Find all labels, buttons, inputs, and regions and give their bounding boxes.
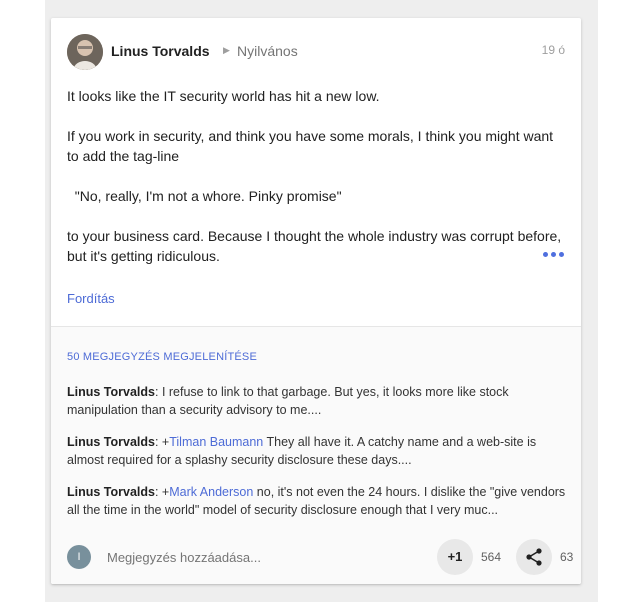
arrow-right-icon: ▶ (223, 45, 230, 55)
visibility-label[interactable]: Nyilvános (237, 43, 298, 59)
post-paragraph: to your business card. Because I thought… (67, 228, 562, 264)
comment-item[interactable]: Linus Torvalds: I refuse to link to that… (67, 383, 567, 419)
post-paragraph: If you work in security, and think you h… (67, 128, 554, 164)
show-comments-link[interactable]: 50 MEGJEGYZÉS MEGJELENÍTÉSE (67, 351, 257, 363)
comment-mention[interactable]: Mark Anderson (169, 485, 253, 499)
comment-separator: : (154, 385, 162, 399)
post-paragraph: "No, really, I'm not a whore. Pinky prom… (67, 188, 342, 204)
share-icon (526, 548, 542, 566)
post-footer: I +1 564 63 (67, 539, 573, 575)
comment-item[interactable]: Linus Torvalds: +Mark Anderson no, it's … (67, 483, 567, 519)
post-paragraph: It looks like the IT security world has … (67, 88, 380, 104)
translate-link[interactable]: Fordítás (67, 291, 115, 306)
author-avatar[interactable] (67, 34, 103, 70)
comment-separator: : + (154, 485, 170, 499)
share-count: 63 (560, 550, 574, 564)
comment-author[interactable]: Linus Torvalds (67, 385, 155, 399)
post-card: Linus Torvalds ▶ Nyilvános 19 ó It looks… (51, 18, 581, 584)
share-button[interactable] (516, 539, 552, 575)
post-body: It looks like the IT security world has … (67, 86, 565, 286)
comment-separator: : + (154, 435, 170, 449)
plus-one-button[interactable]: +1 (437, 539, 473, 575)
more-horizontal-icon[interactable] (543, 252, 564, 257)
post-time[interactable]: 19 ó (542, 43, 565, 57)
user-avatar[interactable]: I (67, 545, 91, 569)
comment-item[interactable]: Linus Torvalds: +Tilman Baumann They all… (67, 433, 567, 469)
author-name[interactable]: Linus Torvalds (111, 43, 210, 59)
comment-mention[interactable]: Tilman Baumann (169, 435, 263, 449)
plus-one-count: 564 (481, 550, 502, 564)
post-header: Linus Torvalds ▶ Nyilvános 19 ó (67, 34, 565, 70)
add-comment-input[interactable] (107, 550, 327, 565)
comments-section: 50 MEGJEGYZÉS MEGJELENÍTÉSE Linus Torval… (51, 326, 581, 584)
comment-author[interactable]: Linus Torvalds (67, 435, 155, 449)
comment-author[interactable]: Linus Torvalds (67, 485, 155, 499)
